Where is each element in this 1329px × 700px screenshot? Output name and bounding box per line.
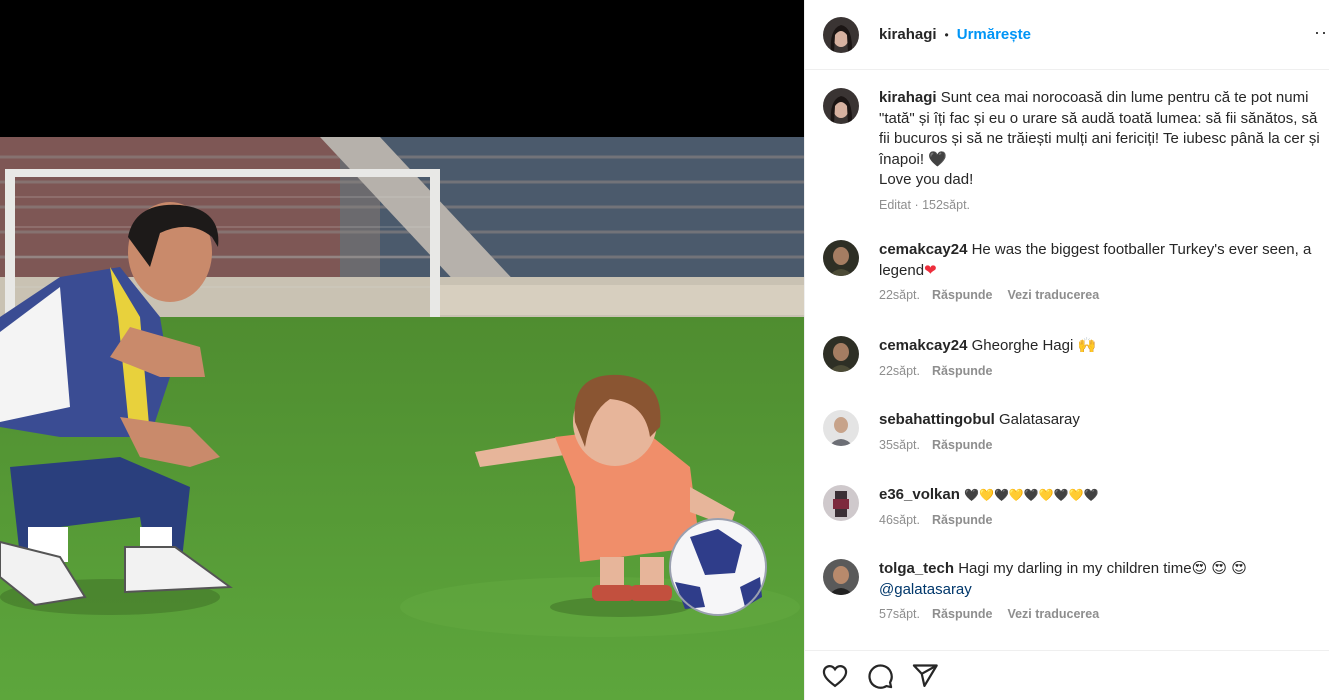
- comment-text: cemakcay24 Gheorghe Hagi 🙌: [879, 336, 1102, 357]
- comment: sebahattingobul Galatasaray 35săpt. Răsp…: [823, 410, 1329, 452]
- reply-button[interactable]: Răspunde: [932, 364, 992, 378]
- caption-body: Sunt cea mai norocoasă din lume pentru c…: [879, 89, 1320, 168]
- comment-body: 🖤💛🖤💛🖤💛🖤💛🖤: [964, 488, 1099, 502]
- comment: tolga_tech Hagi my darling in my childre…: [823, 559, 1329, 621]
- caption: kirahagi Sunt cea mai norocoasă din lume…: [823, 88, 1329, 212]
- comment-meta: 22săpt. Răspunde Vezi traducerea: [879, 288, 1329, 302]
- caption-meta: Editat · 152săpt.: [879, 198, 1329, 212]
- avatar[interactable]: [823, 336, 859, 372]
- comment-username[interactable]: e36_volkan: [879, 486, 960, 503]
- edited-label: Editat: [879, 197, 911, 212]
- translate-button[interactable]: Vezi traducerea: [1007, 607, 1099, 621]
- comment-time[interactable]: 46săpt.: [879, 513, 920, 527]
- caption-text: kirahagi Sunt cea mai norocoasă din lume…: [879, 88, 1329, 191]
- heart-icon[interactable]: [821, 662, 849, 690]
- comment-meta: 57săpt. Răspunde Vezi traducerea: [879, 607, 1329, 621]
- comment: cemakcay24 He was the biggest footballer…: [823, 240, 1329, 302]
- red-heart-emoji: ❤: [924, 261, 937, 279]
- comment-time[interactable]: 22săpt.: [879, 288, 920, 302]
- comment-username[interactable]: tolga_tech: [879, 560, 954, 577]
- comment-icon[interactable]: [866, 662, 894, 690]
- caption-time[interactable]: 152săpt.: [922, 198, 970, 212]
- avatar[interactable]: [823, 240, 859, 276]
- post-header: kirahagi • Urmărește ···: [805, 0, 1329, 70]
- more-options-icon[interactable]: ···: [1314, 22, 1329, 43]
- comments-list[interactable]: kirahagi Sunt cea mai norocoasă din lume…: [805, 70, 1329, 650]
- comment-text: cemakcay24 He was the biggest footballer…: [879, 240, 1329, 281]
- comment-time[interactable]: 35săpt.: [879, 438, 920, 452]
- comment-username[interactable]: cemakcay24: [879, 241, 967, 258]
- caption-body-line2: Love you dad!: [879, 171, 974, 188]
- post-photo[interactable]: [0, 137, 804, 700]
- mention-link[interactable]: @galatasaray: [879, 581, 972, 598]
- comment-body: Hagi my darling in my children time😍 😍 😍: [958, 560, 1247, 577]
- avatar[interactable]: [823, 16, 859, 53]
- comment-time[interactable]: 57săpt.: [879, 607, 920, 621]
- photo-illustration: [0, 137, 804, 700]
- reply-button[interactable]: Răspunde: [932, 438, 992, 452]
- reply-button[interactable]: Răspunde: [932, 607, 992, 621]
- comment-meta: 22săpt. Răspunde: [879, 364, 1102, 378]
- share-icon[interactable]: [911, 662, 939, 690]
- comment-username[interactable]: sebahattingobul: [879, 411, 995, 428]
- comment-body: Gheorghe Hagi 🙌: [971, 337, 1097, 354]
- avatar[interactable]: [823, 485, 859, 521]
- comment-text: sebahattingobul Galatasaray: [879, 410, 1086, 431]
- action-bar: [805, 650, 1329, 700]
- reply-button[interactable]: Răspunde: [932, 513, 992, 527]
- comment-username[interactable]: cemakcay24: [879, 337, 967, 354]
- follow-button[interactable]: Urmărește: [957, 26, 1031, 43]
- comment-meta: 35săpt. Răspunde: [879, 438, 1086, 452]
- avatar[interactable]: [823, 410, 859, 446]
- caption-username[interactable]: kirahagi: [879, 89, 937, 106]
- avatar[interactable]: [823, 88, 859, 124]
- comment-text: e36_volkan 🖤💛🖤💛🖤💛🖤💛🖤: [879, 485, 1105, 506]
- avatar[interactable]: [823, 559, 859, 595]
- comment-text: tolga_tech Hagi my darling in my childre…: [879, 559, 1329, 600]
- comment: cemakcay24 Gheorghe Hagi 🙌 22săpt. Răspu…: [823, 336, 1329, 378]
- post-media: [0, 0, 804, 700]
- meta-dot: ·: [910, 197, 923, 212]
- comment: e36_volkan 🖤💛🖤💛🖤💛🖤💛🖤 46săpt. Răspunde: [823, 485, 1329, 527]
- reply-button[interactable]: Răspunde: [932, 288, 992, 302]
- header-username[interactable]: kirahagi: [879, 26, 937, 43]
- comment-body: Galatasaray: [999, 411, 1080, 428]
- comment-meta: 46săpt. Răspunde: [879, 513, 1105, 527]
- comment-time[interactable]: 22săpt.: [879, 364, 920, 378]
- header-separator: •: [944, 27, 949, 42]
- post-sidebar: kirahagi • Urmărește ··· kirahagi Sunt c…: [804, 0, 1329, 700]
- translate-button[interactable]: Vezi traducerea: [1007, 288, 1099, 302]
